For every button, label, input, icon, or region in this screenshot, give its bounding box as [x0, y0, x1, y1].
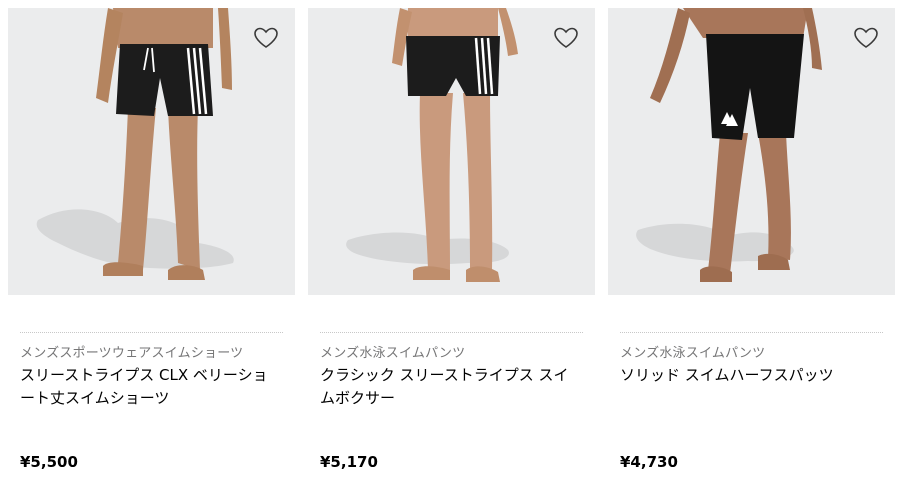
divider: [320, 332, 583, 333]
product-image[interactable]: [308, 8, 595, 295]
product-photo-swim-jammers: [636, 8, 822, 282]
product-title[interactable]: クラシック スリーストライプス スイムボクサー: [320, 364, 582, 410]
heart-outline-icon[interactable]: [253, 26, 279, 50]
product-photo-swim-boxer: [346, 8, 518, 282]
product-category: メンズ水泳スイムパンツ: [320, 346, 466, 361]
product-grid: メンズスポーツウェアスイムショーツ スリーストライプス CLX ベリーショート丈…: [0, 0, 902, 480]
product-title[interactable]: ソリッド スイムハーフスパッツ: [620, 364, 882, 387]
heart-outline-icon[interactable]: [553, 26, 579, 50]
divider: [20, 332, 283, 333]
product-price: ¥5,500: [20, 453, 78, 471]
product-image[interactable]: [608, 8, 895, 295]
product-photo-swim-shorts: [36, 8, 234, 280]
product-card[interactable]: メンズ水泳スイムパンツ クラシック スリーストライプス スイムボクサー ¥5,1…: [308, 0, 595, 480]
product-price: ¥4,730: [620, 453, 678, 471]
product-price: ¥5,170: [320, 453, 378, 471]
product-title[interactable]: スリーストライプス CLX ベリーショート丈スイムショーツ: [20, 364, 282, 410]
divider: [620, 332, 883, 333]
heart-outline-icon[interactable]: [853, 26, 879, 50]
product-card[interactable]: メンズスポーツウェアスイムショーツ スリーストライプス CLX ベリーショート丈…: [8, 0, 295, 480]
product-image[interactable]: [8, 8, 295, 295]
product-category: メンズ水泳スイムパンツ: [620, 346, 766, 361]
product-category: メンズスポーツウェアスイムショーツ: [20, 346, 244, 361]
product-card[interactable]: メンズ水泳スイムパンツ ソリッド スイムハーフスパッツ ¥4,730: [608, 0, 895, 480]
